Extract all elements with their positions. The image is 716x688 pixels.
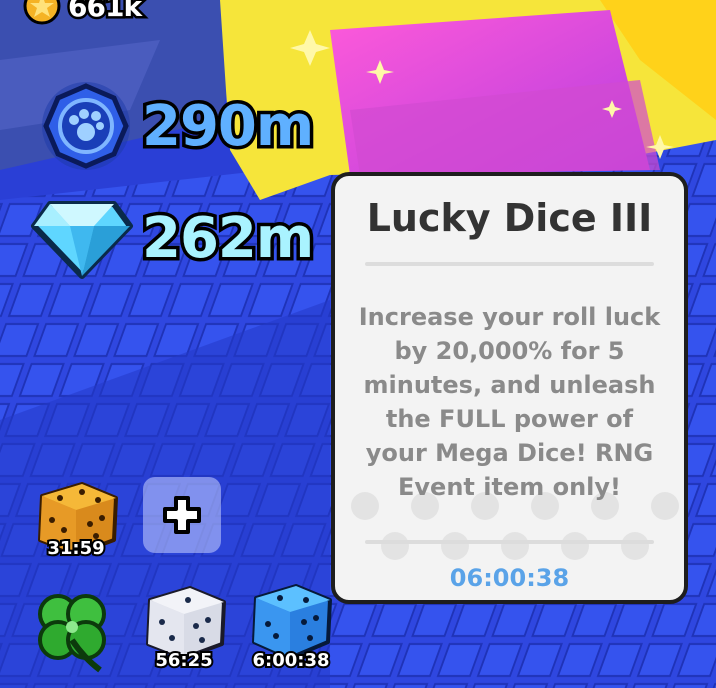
top-currency-amount: 661k [65,0,144,25]
tooltip-title: Lucky Dice III [366,196,653,240]
blue-dice-timer: 6:00:38 [250,648,331,673]
boost-slot-clover[interactable] [24,584,120,674]
diamond-icon [30,196,134,280]
top-currency-display: 661k [22,0,145,26]
golden-dice-timer: 31:59 [45,536,106,561]
gems-display: 262m [30,196,318,280]
item-tooltip: Lucky Dice III Increase your roll luck b… [331,172,688,604]
boost-slot-golden-dice[interactable]: 31:59 [30,478,122,564]
star-coin-icon [22,0,62,26]
coins-amount: 290m [138,90,317,162]
white-dice-timer: 56:25 [153,648,214,673]
title-divider [365,262,654,266]
gems-amount: 262m [138,202,317,274]
tooltip-description: Increase your roll luck by 20,000% for 5… [358,303,661,501]
boost-slot-white-dice[interactable]: 56:25 [138,582,230,674]
coins-display: 290m [38,78,318,174]
plus-icon [163,496,201,534]
tooltip-timer: 06:00:38 [449,564,570,592]
timer-divider [365,540,654,544]
add-boost-button[interactable] [143,477,221,553]
boost-slot-blue-dice[interactable]: 6:00:38 [244,580,338,674]
paw-coin-icon [38,78,134,174]
four-leaf-clover-icon [38,594,106,673]
